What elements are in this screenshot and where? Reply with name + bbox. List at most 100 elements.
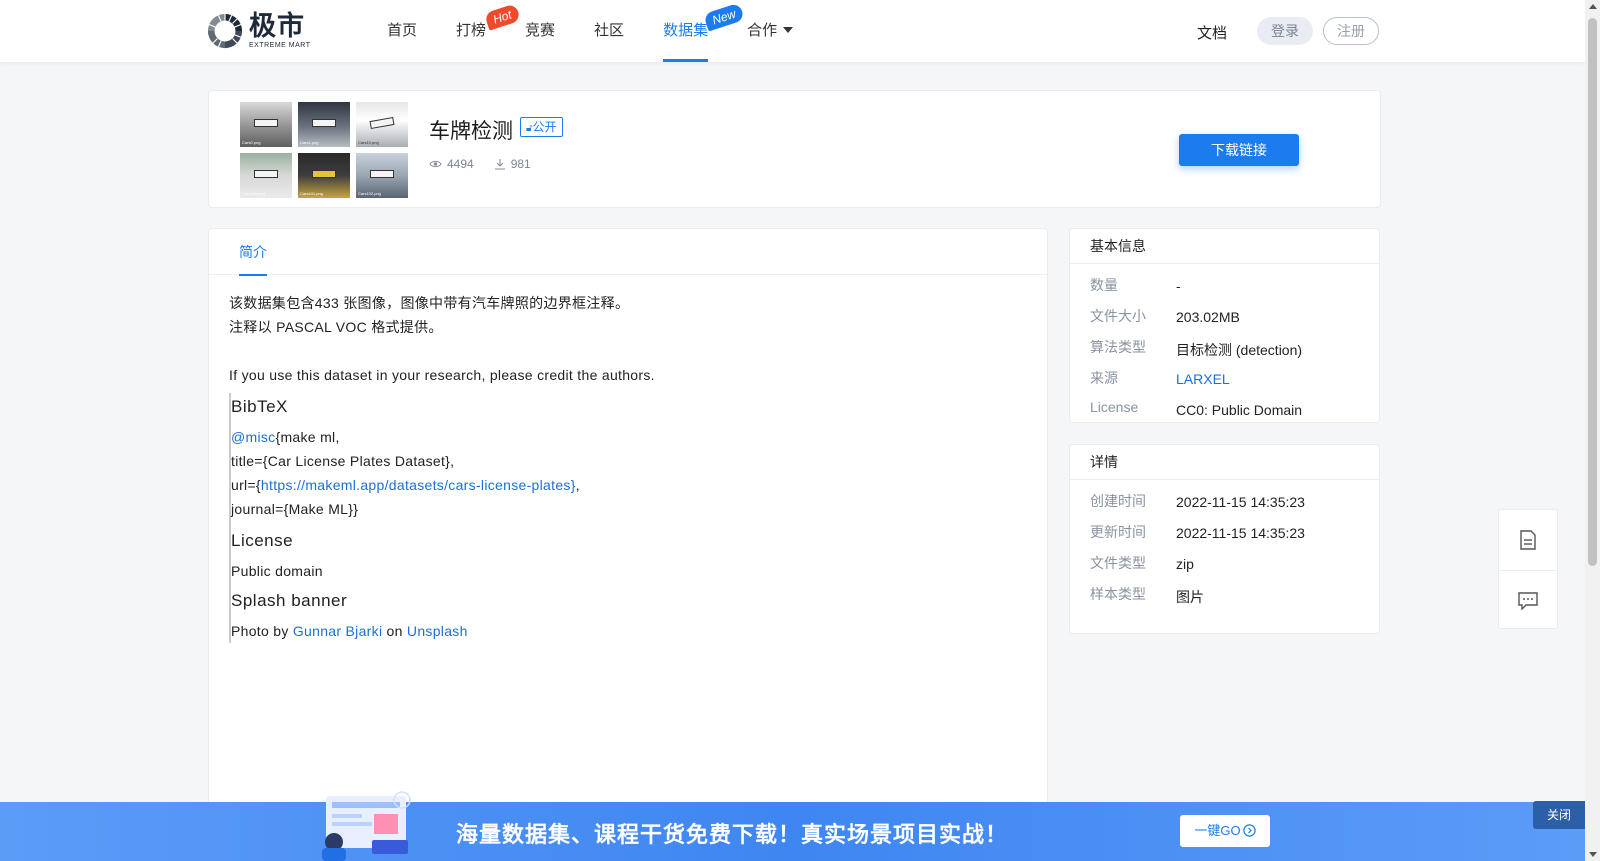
thumbnail-image[interactable]: Cars102.png xyxy=(356,153,408,198)
dataset-thumbnails: Cars0.png Cars1.png Cars10.png Cars100.p… xyxy=(240,102,408,198)
thumbnail-image[interactable]: Cars0.png xyxy=(240,102,292,147)
splash-heading: Splash banner xyxy=(231,591,348,610)
nav-competition[interactable]: 竞赛 xyxy=(525,0,555,62)
nav-cooperation[interactable]: 合作 xyxy=(747,0,794,62)
info-key: 算法类型 xyxy=(1090,339,1146,355)
detail-row-sampletype: 样本类型 图片 xyxy=(1070,580,1379,611)
scroll-down-icon[interactable] xyxy=(1589,852,1597,857)
document-icon xyxy=(1520,530,1536,550)
download-icon xyxy=(494,159,505,170)
page-scrollbar[interactable] xyxy=(1585,0,1600,861)
download-count-value: 981 xyxy=(510,157,531,171)
promo-text: 海量数据集、课程干货免费下载！真实场景项目实战！ xyxy=(456,822,1009,847)
intro-panel: 简介 该数据集包含433 张图像，图像中带有汽车牌照的边界框注释。 注释以 PA… xyxy=(208,228,1048,861)
thumbnail-image[interactable]: Cars1.png xyxy=(298,102,350,147)
dataset-stats: 4494 981 xyxy=(429,157,551,171)
promo-banner: 海量数据集、课程干货免费下载！真实场景项目实战！ 一键GO xyxy=(0,791,1585,861)
nav-datasets[interactable]: 数据集 New xyxy=(663,0,745,62)
info-key: 来源 xyxy=(1090,370,1118,386)
detail-value: 图片 xyxy=(1176,589,1204,605)
info-key: 数量 xyxy=(1090,277,1118,293)
basic-info-heading: 基本信息 xyxy=(1070,229,1379,264)
arrow-right-circle-icon xyxy=(1242,824,1256,837)
dataset-title: 车牌检测 xyxy=(429,120,513,143)
source-link[interactable]: LARXEL xyxy=(1176,371,1230,387)
document-tool-button[interactable] xyxy=(1499,510,1557,570)
brand-name: 极市 xyxy=(249,11,305,41)
tab-bar: 简介 xyxy=(209,229,1047,276)
main-nav: 首页 打榜 Hot 竞赛 社区 数据集 New 合作 xyxy=(367,0,794,62)
nav-home-label: 首页 xyxy=(387,22,418,39)
info-value: 203.02MB xyxy=(1176,309,1240,325)
detail-value: 2022-11-15 14:35:23 xyxy=(1176,494,1305,510)
docs-link[interactable]: 文档 xyxy=(1197,22,1227,43)
view-count-value: 4494 xyxy=(447,157,474,171)
detail-row-filetype: 文件类型 zip xyxy=(1070,549,1379,580)
intro-line: 注释以 PASCAL VOC 格式提供。 xyxy=(229,319,443,335)
nav-datasets-label: 数据集 xyxy=(663,22,709,39)
eye-icon xyxy=(429,160,442,168)
info-value: 目标检测 (detection) xyxy=(1176,342,1303,358)
detail-key: 更新时间 xyxy=(1090,524,1146,540)
top-header: 极市 EXTREME MART 首页 打榜 Hot 竞赛 社区 数据集 New … xyxy=(0,0,1585,62)
register-button[interactable]: 注册 xyxy=(1323,17,1379,45)
feedback-tool-button[interactable] xyxy=(1499,570,1557,630)
misc-link[interactable]: @misc xyxy=(231,429,275,445)
info-key: License xyxy=(1090,399,1139,415)
login-button[interactable]: 登录 xyxy=(1257,17,1313,45)
detail-key: 创建时间 xyxy=(1090,493,1146,509)
info-row-count: 数量 - xyxy=(1070,271,1379,302)
nav-community[interactable]: 社区 xyxy=(594,0,624,62)
brand-logo-icon xyxy=(207,13,243,49)
nav-leaderboard[interactable]: 打榜 Hot xyxy=(456,0,521,62)
download-link-button[interactable]: 下载链接 xyxy=(1179,134,1299,166)
scroll-up-icon[interactable] xyxy=(1589,4,1597,9)
tab-intro[interactable]: 简介 xyxy=(239,229,267,276)
promo-go-button[interactable]: 一键GO xyxy=(1180,815,1270,847)
detail-value: zip xyxy=(1176,556,1194,572)
basic-info-card: 基本信息 数量 - 文件大小 203.02MB 算法类型 目标检测 (detec… xyxy=(1069,228,1380,423)
splash-credit: Photo by Gunnar Bjarki on Unsplash xyxy=(231,623,468,639)
detail-key: 样本类型 xyxy=(1090,586,1146,602)
thumbnail-image[interactable]: Cars100.png xyxy=(240,153,292,198)
intro-line: 该数据集包含433 张图像，图像中带有汽车牌照的边界框注释。 xyxy=(229,295,630,311)
scroll-thumb[interactable] xyxy=(1588,18,1597,566)
info-value: CC0: Public Domain xyxy=(1176,402,1303,418)
download-count: 981 xyxy=(494,157,531,171)
nav-home[interactable]: 首页 xyxy=(387,0,417,62)
bibtex-line: @misc{make ml, xyxy=(231,429,340,445)
banner-close-button[interactable]: 关闭 xyxy=(1533,801,1585,829)
detail-row-created: 创建时间 2022-11-15 14:35:23 xyxy=(1070,487,1379,518)
nav-cooperation-label: 合作 xyxy=(747,22,778,39)
bibtex-line: title={Car License Plates Dataset}, xyxy=(231,453,455,469)
thumbnail-image[interactable]: Cars101.png xyxy=(298,153,350,198)
brand-logo[interactable]: 极市 EXTREME MART xyxy=(206,12,311,50)
intro-line: If you use this dataset in your research… xyxy=(229,367,655,383)
new-badge: New xyxy=(703,2,745,32)
brand-name-en: EXTREME MART xyxy=(249,42,311,49)
info-value: - xyxy=(1176,278,1181,294)
info-row-source: 来源 LARXEL xyxy=(1070,364,1379,395)
details-heading: 详情 xyxy=(1070,445,1379,480)
bibtex-line: url={https://makeml.app/datasets/cars-li… xyxy=(231,477,580,493)
visibility-label: 公开 xyxy=(532,120,557,134)
nav-leaderboard-label: 打榜 xyxy=(456,22,487,39)
license-text: Public domain xyxy=(231,563,323,579)
detail-row-updated: 更新时间 2022-11-15 14:35:23 xyxy=(1070,518,1379,549)
bibtex-line: journal={Make ML}} xyxy=(231,501,359,517)
hot-badge: Hot xyxy=(484,3,521,31)
thumbnail-image[interactable]: Cars10.png xyxy=(356,102,408,147)
author-link[interactable]: Gunnar Bjarki xyxy=(293,623,383,639)
info-row-size: 文件大小 203.02MB xyxy=(1070,302,1379,333)
dataset-header-card: Cars0.png Cars1.png Cars10.png Cars100.p… xyxy=(208,90,1381,208)
unsplash-link[interactable]: Unsplash xyxy=(407,623,468,639)
floating-toolbar xyxy=(1498,509,1558,629)
detail-key: 文件类型 xyxy=(1090,555,1146,571)
feedback-icon xyxy=(1518,591,1538,610)
promo-illustration xyxy=(322,791,411,861)
info-key: 文件大小 xyxy=(1090,308,1146,324)
bibtex-heading: BibTeX xyxy=(231,397,288,416)
dataset-url-link[interactable]: https://makeml.app/datasets/cars-license… xyxy=(261,477,576,493)
info-row-algorithm: 算法类型 目标检测 (detection) xyxy=(1070,333,1379,364)
license-heading: License xyxy=(231,531,294,550)
